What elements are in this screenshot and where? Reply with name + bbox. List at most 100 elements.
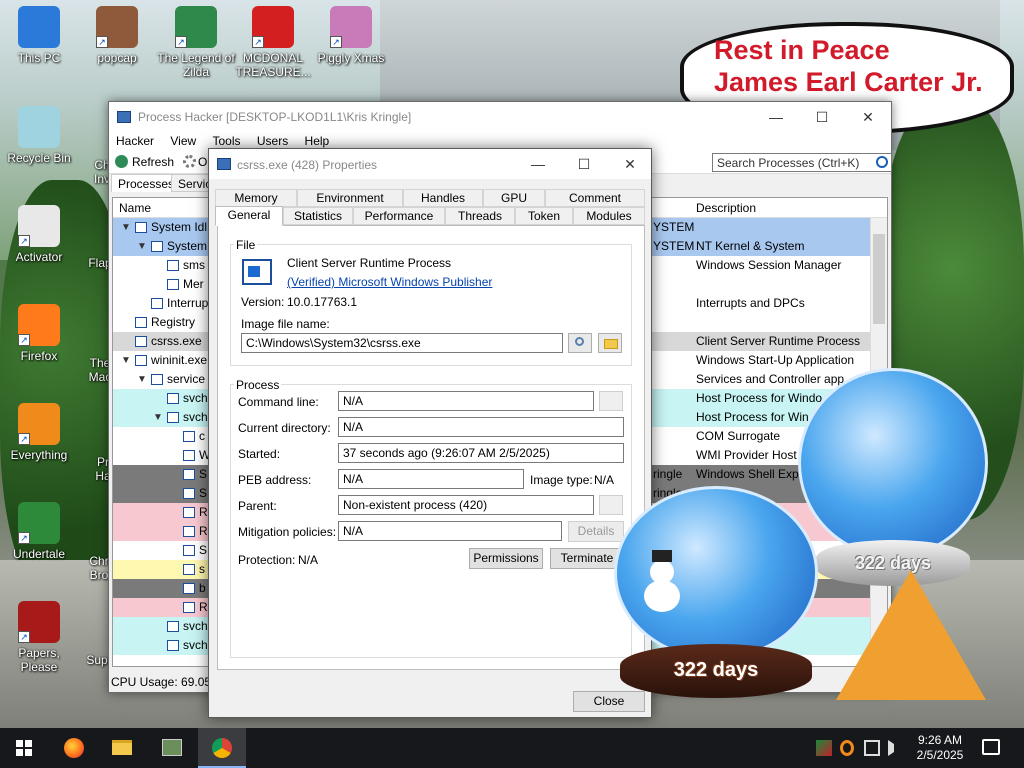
- process-icon: [183, 431, 195, 442]
- desktop-icon-everything[interactable]: ↗ Everything: [0, 403, 78, 462]
- open-folder-button[interactable]: [598, 333, 622, 353]
- firefox-icon: ↗: [18, 304, 60, 346]
- shortcut-arrow-icon: ↗: [252, 36, 264, 48]
- permissions-button[interactable]: Permissions: [469, 548, 543, 569]
- shortcut-arrow-icon: ↗: [18, 532, 30, 544]
- tab-comment[interactable]: Comment: [545, 189, 645, 207]
- desktop-icon-mcdonal-treasure[interactable]: ↗ MCDONAL TREASURE...: [234, 6, 312, 79]
- menu-help[interactable]: Help: [304, 132, 336, 148]
- tray-everything-icon[interactable]: [840, 740, 854, 756]
- expand-toggle-icon[interactable]: ▼: [153, 408, 163, 427]
- desktop-icon-activator[interactable]: ↗ Activator: [0, 205, 78, 264]
- left-globe-days: 322 days: [673, 659, 759, 681]
- process-name: c: [183, 427, 205, 446]
- command-line-inspect-button[interactable]: [599, 391, 623, 411]
- process-icon: [183, 526, 195, 537]
- system-clock[interactable]: 9:26 AM 2/5/2025: [914, 733, 966, 763]
- close-button[interactable]: Close: [573, 691, 645, 712]
- network-icon[interactable]: [864, 740, 880, 756]
- tab-modules[interactable]: Modules: [573, 207, 645, 225]
- mitigation-policies-field[interactable]: N/A: [338, 521, 562, 541]
- process-icon: [183, 545, 195, 556]
- tab-threads[interactable]: Threads: [445, 207, 515, 225]
- shortcut-arrow-icon: ↗: [18, 334, 30, 346]
- peb-address-label: PEB address:: [238, 473, 312, 487]
- tab-handles[interactable]: Handles: [403, 189, 483, 207]
- properties-close-x-button[interactable]: ✕: [607, 149, 653, 179]
- file-description: Client Server Runtime Process: [287, 256, 452, 270]
- started-field[interactable]: 37 seconds ago (9:26:07 AM 2/5/2025): [338, 443, 624, 463]
- snow-globe-right: [798, 368, 988, 558]
- tab-statistics[interactable]: Statistics: [283, 207, 353, 225]
- parent-inspect-button[interactable]: [599, 495, 623, 515]
- details-button[interactable]: Details: [568, 521, 624, 542]
- notifications-icon[interactable]: [982, 739, 1000, 755]
- properties-maximize-button[interactable]: ☐: [561, 149, 607, 179]
- peb-address-field[interactable]: N/A: [338, 469, 524, 489]
- menu-hacker[interactable]: Hacker: [115, 132, 160, 148]
- process-description: Client Server Runtime Process: [696, 334, 861, 348]
- publisher-link[interactable]: (Verified) Microsoft Windows Publisher: [287, 275, 492, 289]
- menu-view[interactable]: View: [169, 132, 202, 148]
- protection-label: Protection:: [238, 553, 296, 567]
- desktop-icon-popcap[interactable]: ↗ popcap: [78, 6, 156, 65]
- desktop-icon-this-pc[interactable]: This PC: [0, 6, 78, 65]
- taskbar-file-explorer[interactable]: [98, 728, 146, 768]
- expand-toggle-icon[interactable]: ▼: [121, 351, 131, 370]
- desktop-icon-papers-please[interactable]: ↗ Papers, Please: [0, 601, 78, 674]
- column-name[interactable]: Name: [119, 201, 151, 215]
- undertale-icon: ↗: [18, 502, 60, 544]
- tray-app-icon[interactable]: [816, 740, 832, 756]
- tab-general[interactable]: General: [215, 206, 283, 226]
- process-name: S: [183, 541, 207, 560]
- properties-titlebar[interactable]: csrss.exe (428) Properties — ☐ ✕: [209, 149, 651, 179]
- desktop-icon-firefox[interactable]: ↗ Firefox: [0, 304, 78, 363]
- taskbar-chrome[interactable]: [198, 728, 246, 768]
- expand-toggle-icon[interactable]: ▼: [137, 370, 147, 389]
- process-icon: [151, 241, 163, 252]
- inspect-file-button[interactable]: [568, 333, 592, 353]
- command-line-field[interactable]: N/A: [338, 391, 594, 411]
- options-button[interactable]: O: [183, 155, 207, 169]
- image-file-name-field[interactable]: C:\Windows\System32\csrss.exe: [241, 333, 563, 353]
- scrollbar-thumb[interactable]: [873, 234, 885, 324]
- column-description[interactable]: Description: [696, 201, 756, 215]
- desktop-icon-undertale[interactable]: ↗ Undertale: [0, 502, 78, 561]
- expand-toggle-icon[interactable]: ▼: [121, 218, 131, 237]
- taskbar-firefox[interactable]: [50, 728, 98, 768]
- started-label: Started:: [238, 447, 281, 461]
- search-processes-input[interactable]: Search Processes (Ctrl+K): [712, 153, 892, 172]
- close-window-button[interactable]: ✕: [845, 102, 891, 132]
- menu-tools[interactable]: Tools: [212, 132, 247, 148]
- minimize-button[interactable]: —: [753, 102, 799, 132]
- desktop-icon-legend-of-zilda[interactable]: ↗ The Legend of Zilda: [157, 6, 235, 79]
- tab-memory[interactable]: Memory: [215, 189, 297, 207]
- properties-minimize-button[interactable]: —: [515, 149, 561, 179]
- process-name: System Idl: [135, 218, 207, 237]
- process-description: Services and Controller app: [696, 372, 845, 386]
- chrome-icon: [212, 738, 232, 758]
- recycle-bin-icon: [18, 106, 60, 148]
- expand-toggle-icon[interactable]: ▼: [137, 237, 147, 256]
- mcdonal-treasure-icon: ↗: [252, 6, 294, 48]
- desktop-icon-piggly-xmas[interactable]: ↗ Piggly Xmas: [312, 6, 390, 65]
- search-icon[interactable]: [876, 156, 888, 168]
- maximize-button[interactable]: ☐: [799, 102, 845, 132]
- start-button[interactable]: [0, 728, 48, 768]
- properties-dialog[interactable]: csrss.exe (428) Properties — ☐ ✕ Memory …: [208, 148, 652, 718]
- desktop-icon-label: MCDONAL TREASURE...: [235, 51, 311, 79]
- tab-performance[interactable]: Performance: [353, 207, 445, 225]
- tab-environment[interactable]: Environment: [297, 189, 403, 207]
- taskbar-process-hacker[interactable]: [148, 728, 196, 768]
- desktop-icon-recycle-bin[interactable]: Recycle Bin: [0, 106, 78, 165]
- menu-users[interactable]: Users: [256, 132, 294, 148]
- refresh-button[interactable]: Refresh: [115, 155, 174, 169]
- parent-field[interactable]: Non-existent process (420): [338, 495, 594, 515]
- process-hacker-titlebar[interactable]: Process Hacker [DESKTOP-LKOD1L1\Kris Kri…: [109, 102, 891, 132]
- volume-icon[interactable]: [888, 740, 898, 756]
- process-name: W: [183, 446, 210, 465]
- tab-token[interactable]: Token: [515, 207, 573, 225]
- current-directory-field[interactable]: N/A: [338, 417, 624, 437]
- terminate-button[interactable]: Terminate: [550, 548, 624, 569]
- tab-gpu[interactable]: GPU: [483, 189, 545, 207]
